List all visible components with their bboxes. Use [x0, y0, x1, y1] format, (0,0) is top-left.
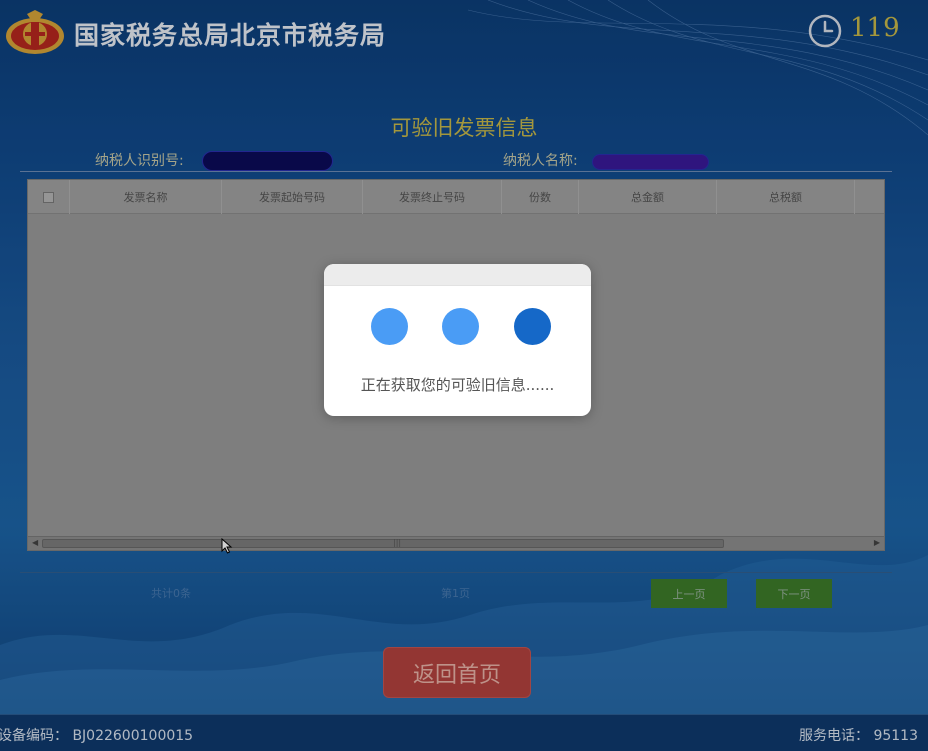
scroll-right-icon[interactable]: ▶ — [874, 538, 880, 547]
column-header[interactable]: 份数 — [502, 180, 579, 214]
dialog-header — [324, 264, 591, 286]
loading-message: 正在获取您的可验旧信息...... — [360, 376, 555, 394]
mouse-cursor-icon — [221, 538, 233, 554]
taxpayer-name-label: 纳税人名称: — [503, 153, 578, 169]
total-count: 共计0条 — [151, 587, 191, 600]
horizontal-scrollbar[interactable]: ◀ ||| ▶ — [28, 536, 884, 550]
column-header[interactable]: 发票终止号码 — [363, 180, 502, 214]
clock-icon — [808, 14, 842, 48]
column-header[interactable]: 总税额 — [717, 180, 855, 214]
tax-emblem-icon — [6, 10, 64, 54]
countdown-timer: 119 — [850, 13, 900, 43]
column-header[interactable]: 总金额 — [579, 180, 717, 214]
scroll-left-icon[interactable]: ◀ — [32, 538, 38, 547]
taxpayer-id-value-redacted — [202, 151, 333, 171]
column-header-filler — [855, 180, 884, 214]
device-code: 设备编码： BJ022600100015 — [0, 728, 194, 744]
divider — [20, 572, 892, 573]
service-phone: 服务电话： 95113 — [799, 728, 918, 744]
page-title: 可验旧发票信息 — [390, 116, 538, 140]
status-bar: 设备编码： BJ022600100015 服务电话： 95113 — [0, 714, 928, 751]
column-header[interactable]: 发票名称 — [70, 180, 222, 214]
loading-dot-icon — [371, 308, 408, 345]
page-number: 第1页 — [441, 587, 470, 600]
taxpayer-name-value-redacted — [592, 154, 709, 170]
scrollbar-thumb[interactable]: ||| — [42, 538, 724, 548]
select-all-checkbox[interactable] — [28, 180, 70, 214]
table-header: 发票名称 发票起始号码 发票终止号码 份数 总金额 总税额 — [28, 180, 884, 214]
loading-spinner — [324, 308, 591, 345]
org-title: 国家税务总局北京市税务局 — [74, 21, 387, 50]
loading-dot-icon — [514, 308, 551, 345]
loading-dialog: 正在获取您的可验旧信息...... — [324, 264, 591, 416]
taxpayer-id-label: 纳税人识别号: — [95, 153, 184, 169]
prev-page-button[interactable]: 上一页 — [651, 579, 727, 608]
loading-dot-icon — [442, 308, 479, 345]
return-home-button[interactable]: 返回首页 — [383, 647, 531, 698]
header: 国家税务总局北京市税务局 119 — [0, 0, 928, 70]
divider — [20, 171, 892, 172]
next-page-button[interactable]: 下一页 — [756, 579, 832, 608]
grip-icon: ||| — [393, 538, 402, 547]
column-header[interactable]: 发票起始号码 — [222, 180, 363, 214]
